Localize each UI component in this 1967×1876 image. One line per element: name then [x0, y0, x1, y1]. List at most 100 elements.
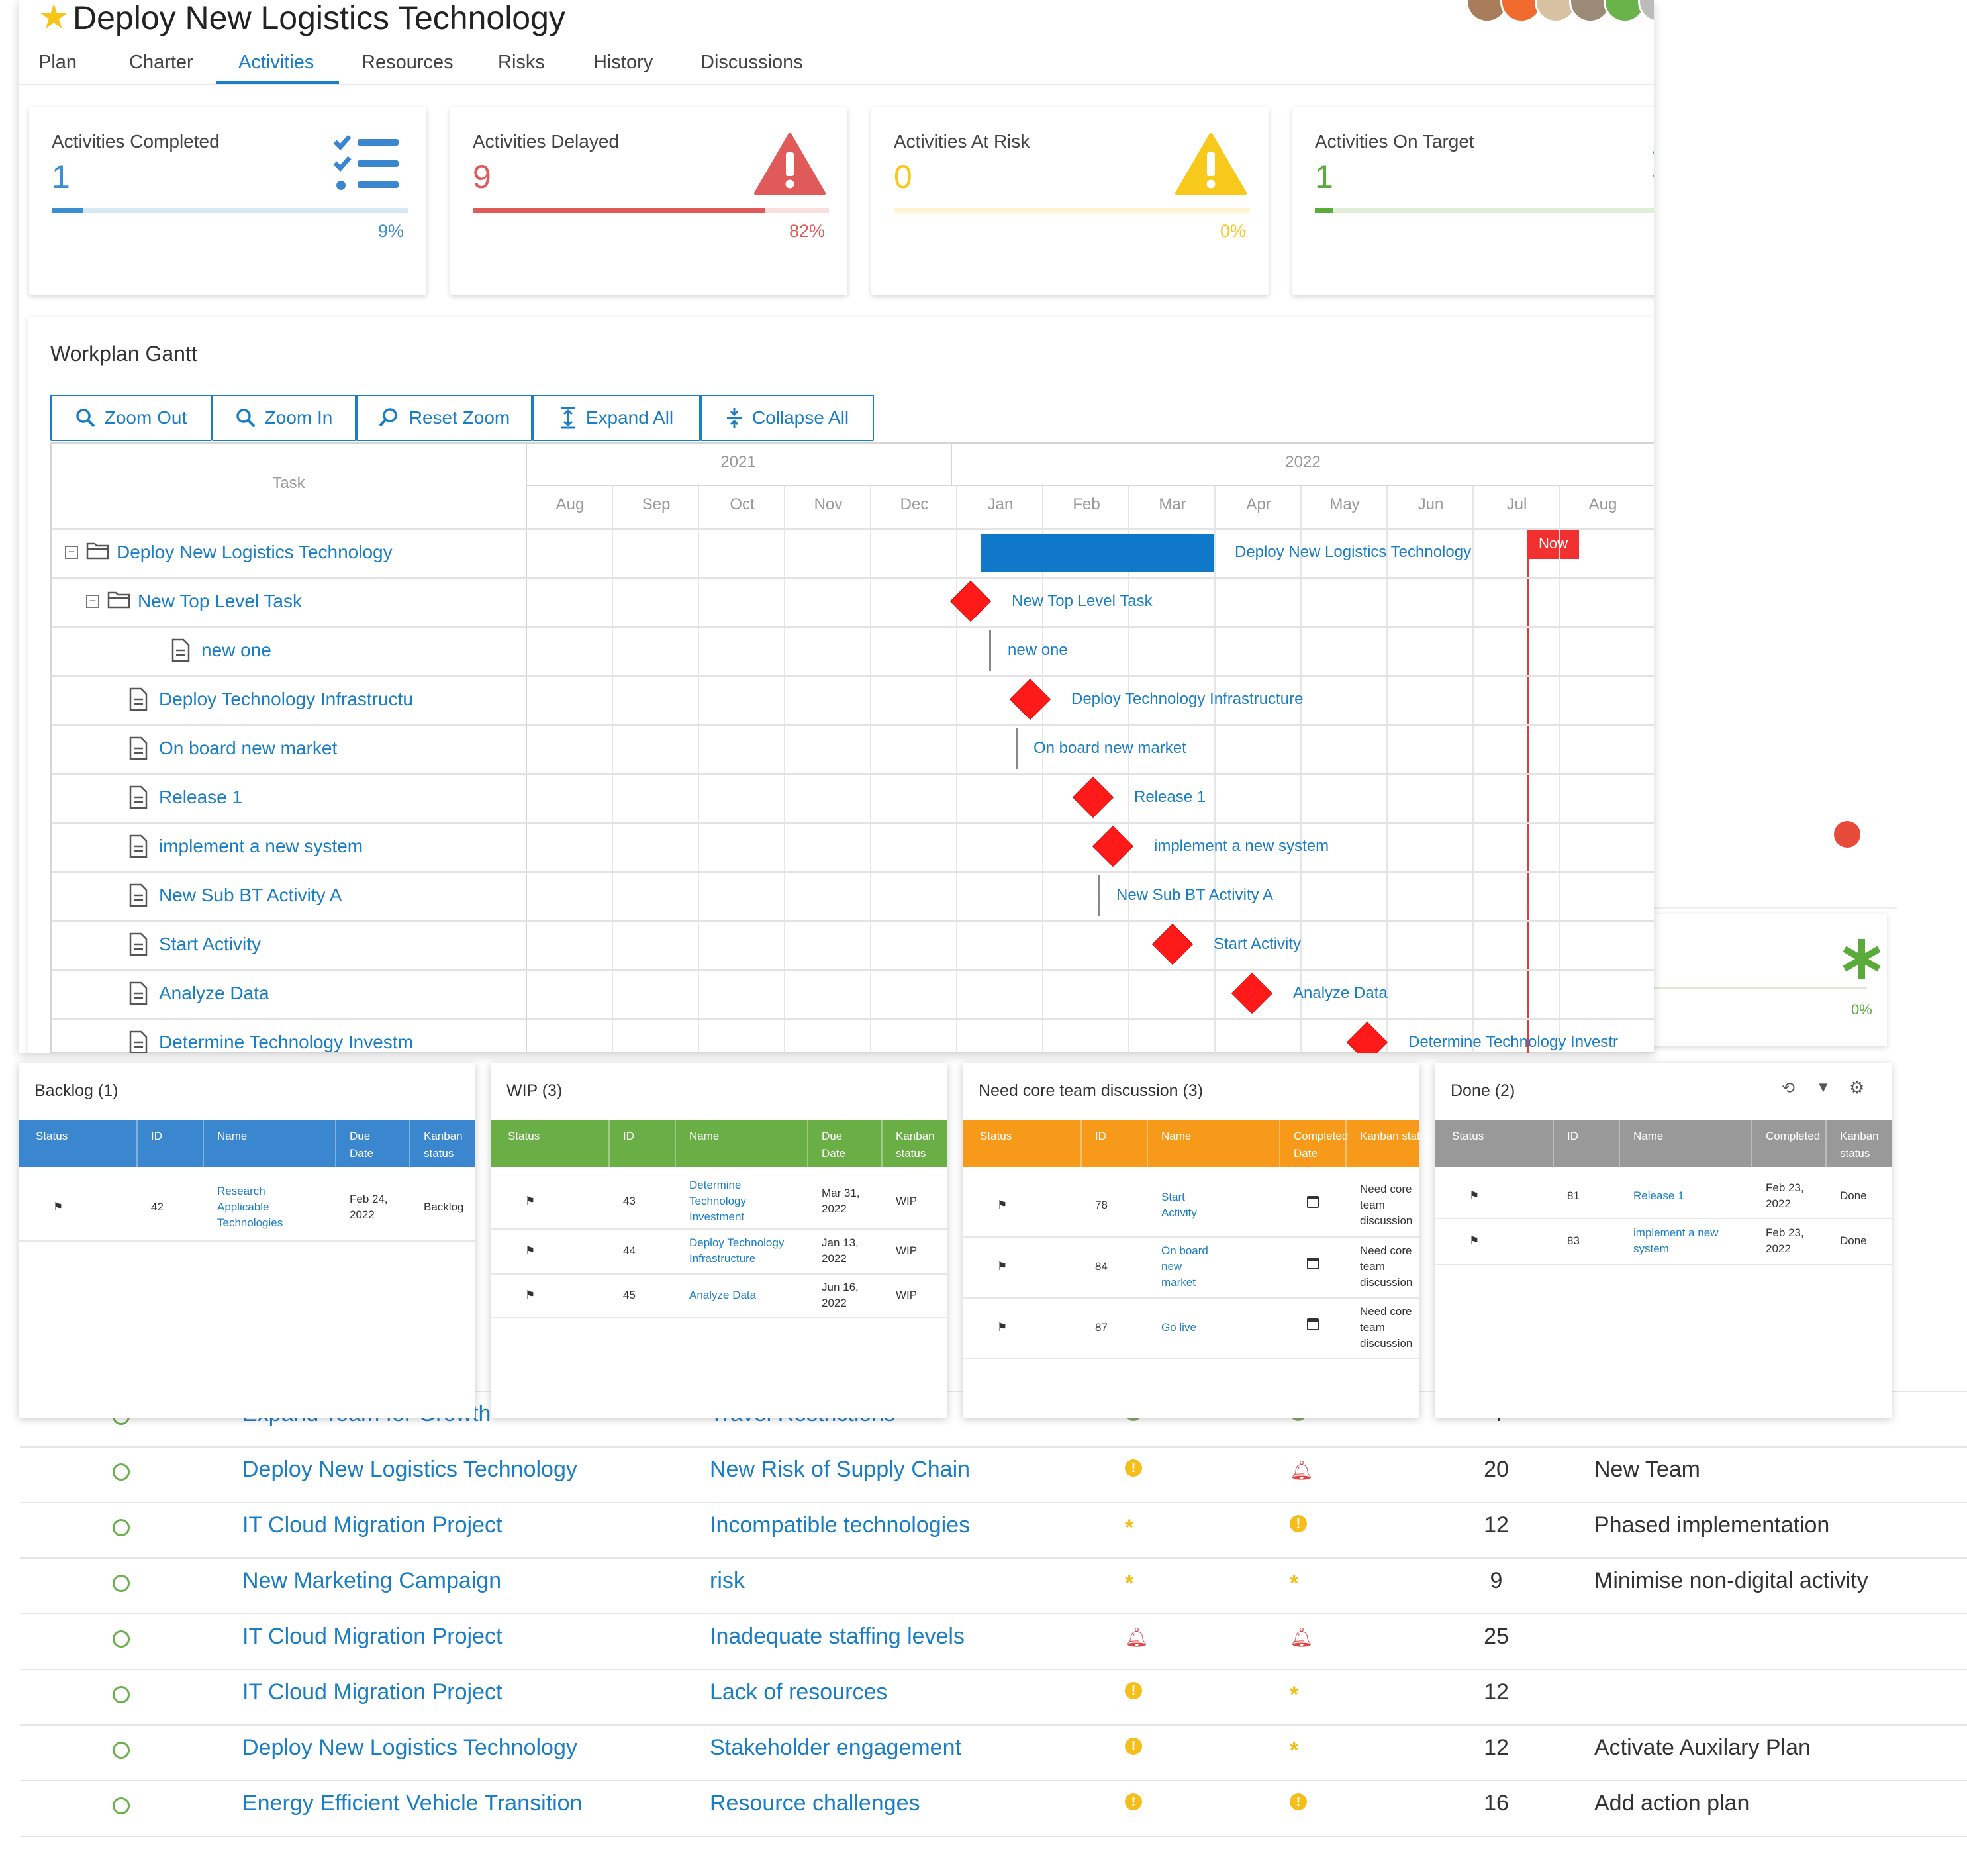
calendar-icon[interactable]: [1307, 1318, 1319, 1330]
gantt-row[interactable]: − Deploy New Logistics Technology Deploy N…: [52, 528, 1654, 577]
kanban-item-name[interactable]: Deploy Technology Infrastructure: [689, 1235, 784, 1267]
risk-project-link[interactable]: Energy Efficient Vehicle Transition: [242, 1791, 582, 1816]
tab-charter[interactable]: Charter: [129, 52, 193, 74]
kanban-item-name[interactable]: Release 1: [1633, 1188, 1684, 1204]
risk-project-link[interactable]: IT Cloud Migration Project: [242, 1624, 502, 1650]
kanban-item-name[interactable]: On board new market: [1161, 1243, 1208, 1291]
status-circle-icon[interactable]: [113, 1463, 130, 1481]
collapse-all-button[interactable]: Collapse All: [700, 395, 874, 441]
filter-icon[interactable]: ▼: [1816, 1079, 1831, 1096]
avatar[interactable]: [1638, 0, 1654, 23]
tab-plan[interactable]: Plan: [38, 52, 77, 74]
kanban-header-cell[interactable]: Kanban status: [1840, 1128, 1879, 1162]
kanban-header-cell[interactable]: ID: [1095, 1128, 1106, 1145]
kanban-header-cell[interactable]: Completed Date: [1294, 1128, 1348, 1162]
kanban-item-name[interactable]: Start Activity: [1161, 1189, 1197, 1221]
risk-row[interactable]: Deploy New Logistics Technology New Risk …: [20, 1446, 1967, 1503]
risk-row[interactable]: IT Cloud Migration Project Inadequate sta…: [20, 1613, 1967, 1670]
status-circle-icon[interactable]: [113, 1630, 130, 1648]
kanban-card-row[interactable]: ⚑ 81 Release 1 Feb 23, 2022 Done: [1435, 1174, 1892, 1219]
task-name[interactable]: Deploy New Logistics Technology: [117, 542, 393, 563]
kanban-header-cell[interactable]: Kanban status: [1360, 1128, 1432, 1145]
kanban-header-cell[interactable]: Name: [1633, 1128, 1663, 1145]
risk-name-link[interactable]: risk: [710, 1568, 745, 1594]
gantt-row[interactable]: Analyze Data Analyze Data: [52, 969, 1654, 1018]
gantt-row[interactable]: new one new one: [52, 626, 1654, 675]
task-name[interactable]: Determine Technology Investm: [159, 1032, 413, 1053]
task-name[interactable]: Start Activity: [159, 934, 261, 955]
kanban-card-row[interactable]: ⚑ 78 Start Activity Need core team discussi…: [963, 1174, 1419, 1238]
status-circle-icon[interactable]: [113, 1686, 130, 1703]
milestone-diamond[interactable]: [1232, 973, 1272, 1013]
risk-row[interactable]: Energy Efficient Vehicle Transition Resou…: [20, 1780, 1967, 1837]
gantt-row[interactable]: Determine Technology Investm Determine Te…: [52, 1018, 1654, 1053]
risk-row[interactable]: Deploy New Logistics Technology Stakehold…: [20, 1724, 1967, 1781]
tab-risks[interactable]: Risks: [498, 52, 545, 74]
calendar-icon[interactable]: [1307, 1258, 1319, 1269]
risk-name-link[interactable]: Lack of resources: [710, 1679, 887, 1705]
kanban-header-cell[interactable]: ID: [623, 1128, 634, 1145]
kanban-card-row[interactable]: ⚑ 87 Go live Need core team discussion: [963, 1297, 1419, 1359]
kanban-item-name[interactable]: implement a new system: [1633, 1225, 1719, 1257]
risk-project-link[interactable]: IT Cloud Migration Project: [242, 1679, 502, 1705]
avatar[interactable]: [1834, 821, 1860, 848]
gantt-row[interactable]: On board new market On board new market: [52, 724, 1654, 773]
task-name[interactable]: On board new market: [159, 738, 337, 759]
tab-resources[interactable]: Resources: [361, 52, 454, 74]
collapse-toggle-icon[interactable]: −: [86, 595, 99, 608]
milestone-diamond[interactable]: [1093, 826, 1133, 866]
risk-project-link[interactable]: New Marketing Campaign: [242, 1568, 501, 1594]
milestone-diamond[interactable]: [1073, 777, 1113, 817]
zoom-in-button[interactable]: Zoom In: [212, 395, 356, 441]
milestone-marker[interactable]: [1016, 728, 1018, 769]
gantt-row[interactable]: Deploy Technology Infrastructu Deploy Tec…: [52, 675, 1654, 724]
gantt-row[interactable]: New Sub BT Activity A New Sub BT Activity…: [52, 871, 1654, 920]
kanban-header-cell[interactable]: Due Date: [822, 1128, 845, 1162]
status-circle-icon[interactable]: [113, 1797, 130, 1814]
kanban-card-row[interactable]: ⚑ 83 implement a new system Feb 23, 2022 Don…: [1435, 1218, 1892, 1265]
gantt-row[interactable]: − New Top Level Task New Top Level Task: [52, 577, 1654, 626]
kanban-header-cell[interactable]: Status: [508, 1128, 540, 1145]
task-name[interactable]: Release 1: [159, 787, 242, 808]
status-circle-icon[interactable]: [113, 1519, 130, 1536]
milestone-marker[interactable]: [989, 630, 991, 671]
expand-all-button[interactable]: Expand All: [532, 395, 700, 441]
risk-row[interactable]: IT Cloud Migration Project Lack of resour…: [20, 1669, 1967, 1726]
kanban-header-cell[interactable]: Status: [1452, 1128, 1484, 1145]
task-name[interactable]: new one: [201, 640, 271, 661]
task-name[interactable]: implement a new system: [159, 836, 363, 857]
milestone-diamond[interactable]: [1010, 679, 1050, 719]
kanban-item-name[interactable]: Go live: [1161, 1320, 1196, 1336]
star-icon[interactable]: ★: [38, 0, 70, 37]
milestone-diamond[interactable]: [1153, 924, 1192, 964]
risk-name-link[interactable]: Stakeholder engagement: [710, 1735, 961, 1761]
risk-row[interactable]: IT Cloud Migration Project Incompatible t…: [20, 1502, 1967, 1559]
milestone-diamond[interactable]: [1347, 1022, 1387, 1053]
kanban-card-row[interactable]: ⚑ 42 Research Applicable Technologies Feb 2…: [19, 1174, 475, 1242]
kanban-card-row[interactable]: ⚑ 43 Determine Technology Investment Mar 31…: [491, 1174, 947, 1230]
risk-name-link[interactable]: Incompatible technologies: [710, 1512, 970, 1538]
kanban-header-cell[interactable]: Completed: [1766, 1128, 1820, 1145]
kanban-header-cell[interactable]: ID: [151, 1128, 162, 1145]
risk-name-link[interactable]: New Risk of Supply Chain: [710, 1457, 970, 1483]
status-circle-icon[interactable]: [113, 1742, 130, 1759]
kanban-header-cell[interactable]: ID: [1567, 1128, 1578, 1145]
kanban-item-name[interactable]: Analyze Data: [689, 1287, 756, 1303]
task-name[interactable]: New Top Level Task: [138, 591, 302, 612]
kanban-header-cell[interactable]: Name: [217, 1128, 247, 1145]
kanban-card-row[interactable]: ⚑ 44 Deploy Technology Infrastructure Jan 1…: [491, 1228, 947, 1275]
task-name[interactable]: Analyze Data: [159, 983, 269, 1004]
task-name[interactable]: New Sub BT Activity A: [159, 885, 342, 906]
kanban-card-row[interactable]: ⚑ 45 Analyze Data Jun 16, 2022 WIP: [491, 1273, 947, 1318]
kanban-header-cell[interactable]: Name: [689, 1128, 719, 1145]
calendar-icon[interactable]: [1307, 1196, 1319, 1208]
risk-name-link[interactable]: Inadequate staffing levels: [710, 1624, 965, 1650]
risk-project-link[interactable]: Deploy New Logistics Technology: [242, 1735, 577, 1761]
gantt-row[interactable]: Release 1 Release 1: [52, 773, 1654, 822]
milestone-diamond[interactable]: [951, 581, 990, 621]
kanban-card-row[interactable]: ⚑ 84 On board new market Need core team dis…: [963, 1236, 1419, 1299]
tab-history[interactable]: History: [593, 52, 653, 74]
gantt-summary-bar[interactable]: [981, 534, 1214, 572]
risk-row[interactable]: New Marketing Campaign risk * * 9 Minimise no…: [20, 1557, 1967, 1614]
task-name[interactable]: Deploy Technology Infrastructu: [159, 689, 413, 710]
